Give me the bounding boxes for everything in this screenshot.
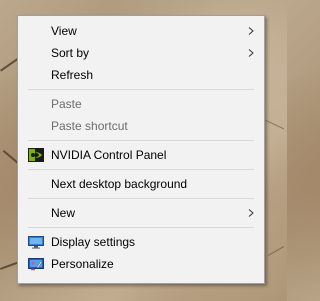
menu-separator (28, 198, 254, 199)
menu-item-label: Paste shortcut (51, 119, 128, 133)
display-settings-icon (28, 236, 44, 249)
menu-separator (28, 169, 254, 170)
menu-item-refresh[interactable]: Refresh (18, 64, 264, 86)
nvidia-icon (28, 148, 44, 162)
chevron-right-icon (248, 49, 254, 57)
menu-item-personalize[interactable]: Personalize (18, 253, 264, 275)
personalize-icon (28, 258, 44, 271)
menu-item-label: Display settings (51, 235, 136, 249)
menu-item-paste-shortcut: Paste shortcut (18, 115, 264, 137)
menu-item-display-settings[interactable]: Display settings (18, 231, 264, 253)
menu-item-new[interactable]: New (18, 202, 264, 224)
menu-item-label: New (51, 206, 76, 220)
menu-item-label: Sort by (51, 46, 90, 60)
menu-item-label: Next desktop background (51, 177, 188, 191)
menu-separator (28, 89, 254, 90)
menu-item-label: NVIDIA Control Panel (51, 148, 167, 162)
desktop-context-menu: View Sort by Refresh Paste Paste shortcu… (17, 15, 265, 284)
menu-item-view[interactable]: View (18, 20, 264, 42)
wallpaper-crack (265, 120, 285, 130)
menu-item-paste: Paste (18, 93, 264, 115)
chevron-right-icon (248, 209, 254, 217)
menu-item-nvidia-control-panel[interactable]: NVIDIA Control Panel (18, 144, 264, 166)
chevron-right-icon (248, 27, 254, 35)
menu-separator (28, 227, 254, 228)
menu-item-label: Paste (51, 97, 82, 111)
menu-item-label: View (51, 24, 77, 38)
menu-separator (28, 140, 254, 141)
menu-item-label: Personalize (51, 257, 114, 271)
menu-item-label: Refresh (51, 68, 94, 82)
menu-item-sort-by[interactable]: Sort by (18, 42, 264, 64)
menu-item-next-desktop-background[interactable]: Next desktop background (18, 173, 264, 195)
wallpaper-crack (268, 246, 285, 256)
